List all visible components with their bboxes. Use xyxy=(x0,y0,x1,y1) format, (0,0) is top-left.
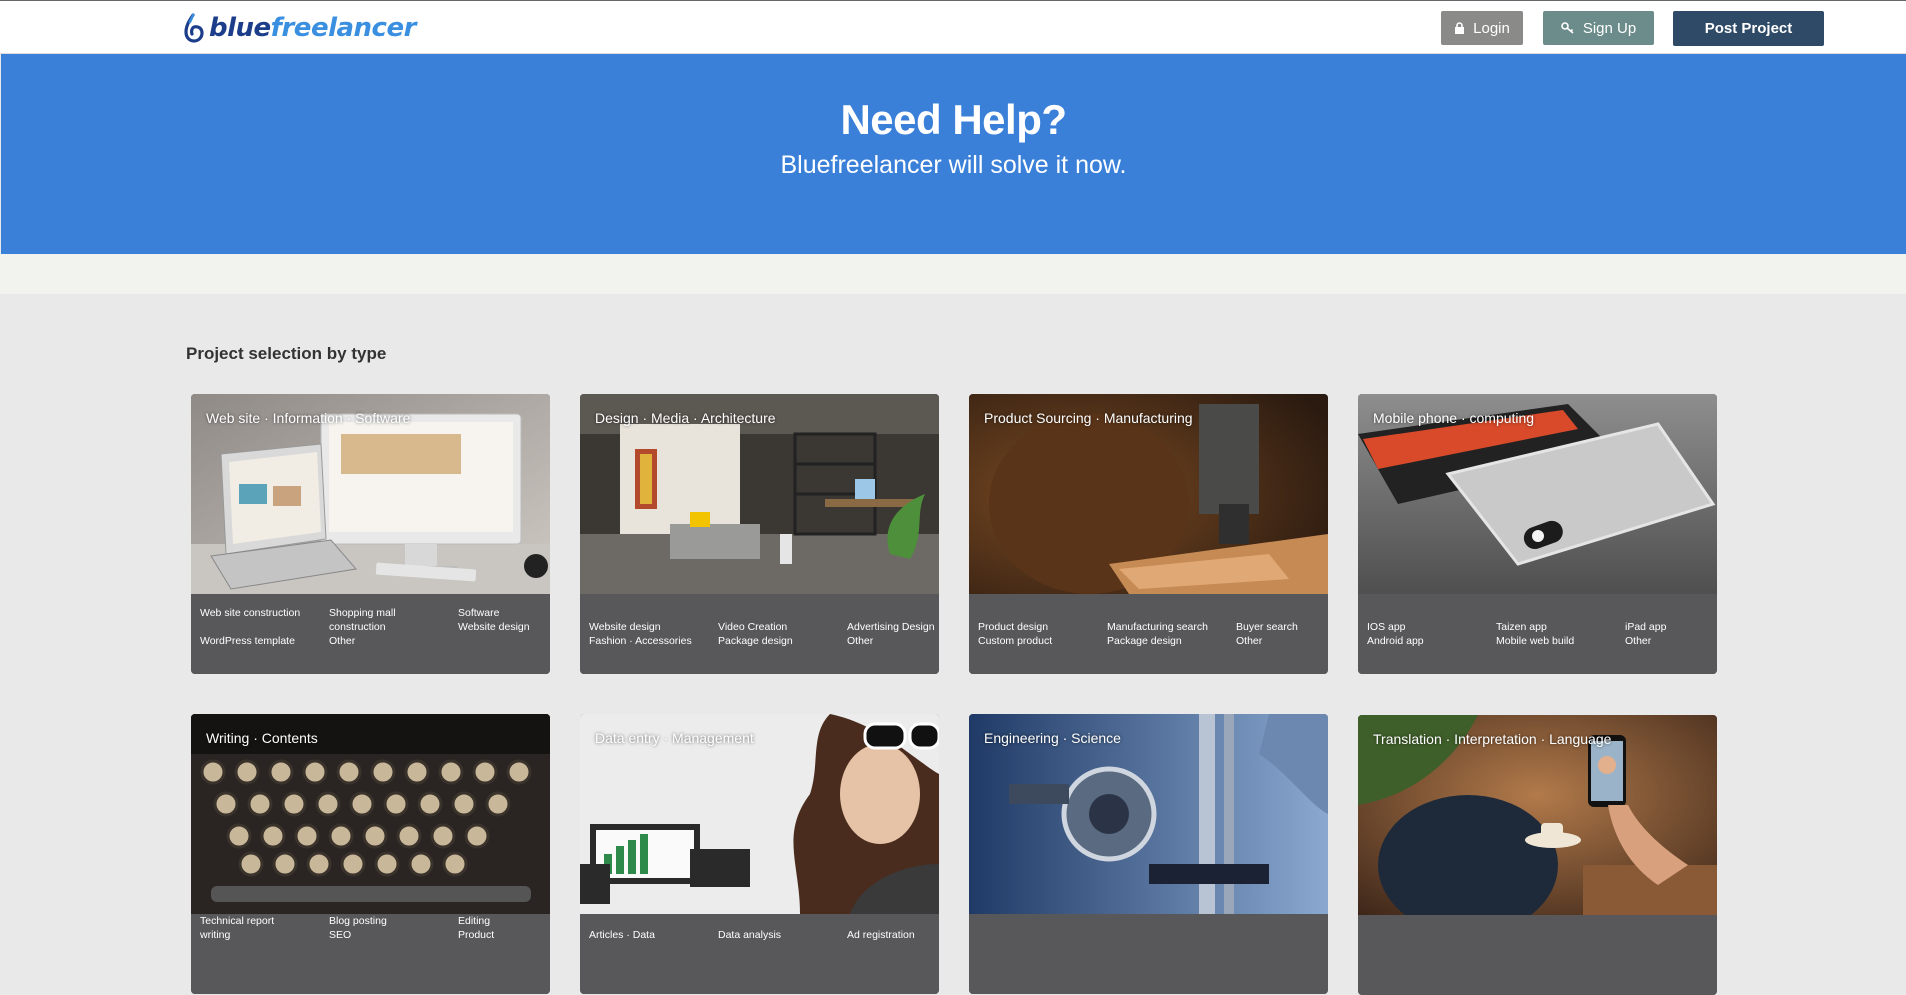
brand-wordmark: bluefreelancer xyxy=(209,15,416,41)
card-image-engineering: Engineering · Science xyxy=(969,714,1328,914)
card-footer-translation xyxy=(1358,915,1717,995)
card-image-writing: Writing · Contents xyxy=(191,714,550,914)
subcategory-link[interactable]: Web site construction xyxy=(200,606,318,620)
subcategory-link[interactable]: Editing xyxy=(458,914,550,928)
card-image-design: Design · Media · Architecture xyxy=(580,394,939,594)
subcategory-link[interactable]: Manufacturing search xyxy=(1107,620,1225,634)
category-card-design[interactable]: Design · Media · Architecture Website de… xyxy=(580,394,939,674)
category-card-engineering[interactable]: Engineering · Science xyxy=(969,714,1328,994)
subcategory-link[interactable]: Custom product xyxy=(978,634,1096,648)
subcategory-link[interactable]: Buyer search xyxy=(1236,620,1328,634)
hero-subtitle: Bluefreelancer will solve it now. xyxy=(780,151,1127,179)
card-image-translation: Translation · Interpretation · Language xyxy=(1358,715,1717,915)
category-card-translation[interactable]: Translation · Interpretation · Language xyxy=(1358,715,1717,995)
subcategory-link[interactable]: WordPress template xyxy=(200,634,318,648)
hero-title: Need Help? xyxy=(840,96,1067,143)
card-title-manufacturing: Product Sourcing · Manufacturing xyxy=(984,410,1193,426)
subcategory-link[interactable]: Package design xyxy=(718,634,836,648)
subcategory-link[interactable]: Package design xyxy=(1107,634,1225,648)
divider-band xyxy=(0,254,1906,294)
signup-button[interactable]: Sign Up xyxy=(1543,11,1654,45)
category-card-writing[interactable]: Writing · Contents Technical report writ… xyxy=(191,714,550,994)
hero-banner: Need Help? Bluefreelancer will solve it … xyxy=(1,54,1906,254)
brand-wordmark-rest: freelancer xyxy=(270,13,417,43)
subcategory-link[interactable]: Website design xyxy=(458,620,550,634)
card-title-data-entry: Data entry · Management xyxy=(595,730,754,746)
card-image-manufacturing: Product Sourcing · Manufacturing xyxy=(969,394,1328,594)
card-footer-writing: Technical report writing Blog posting Ed… xyxy=(191,914,550,994)
card-title-website: Web site · Information · Software xyxy=(206,410,411,426)
subcategory-link[interactable]: Ad registration xyxy=(847,928,939,942)
card-title-mobile: Mobile phone · computing xyxy=(1373,410,1535,426)
card-image-mobile: Mobile phone · computing xyxy=(1358,394,1717,594)
subcategory-link[interactable]: Blog posting xyxy=(329,914,447,928)
card-title-writing: Writing · Contents xyxy=(206,730,318,746)
subcategory-link[interactable]: Fashion · Accessories xyxy=(589,634,707,648)
top-header: bluefreelancer Login Sign Up Post Projec… xyxy=(0,0,1906,54)
subcategory-link[interactable]: Other xyxy=(329,634,447,648)
subcategory-link[interactable]: iPad app xyxy=(1625,620,1717,634)
category-card-mobile[interactable]: Mobile phone · computing IOS app Taizen … xyxy=(1358,394,1717,674)
login-button[interactable]: Login xyxy=(1441,11,1523,45)
subcategory-link[interactable]: Advertising Design xyxy=(847,620,939,634)
lock-icon xyxy=(1454,22,1465,34)
brand-wordmark-blue: blue xyxy=(209,13,271,43)
subcategory-link[interactable]: IOS app xyxy=(1367,620,1485,634)
section-title: Project selection by type xyxy=(186,344,387,363)
subcategory-link[interactable]: Product design xyxy=(978,620,1096,634)
card-title-design: Design · Media · Architecture xyxy=(595,410,776,426)
category-card-data-entry[interactable]: Data entry · Management Articles · Data … xyxy=(580,714,939,994)
card-footer-engineering xyxy=(969,914,1328,994)
card-footer-manufacturing: Product design Manufacturing search Buye… xyxy=(969,594,1328,674)
subcategory-link[interactable]: Software xyxy=(458,606,550,620)
subcategory-link[interactable]: Video Creation xyxy=(718,620,836,634)
subcategory-link[interactable]: Data analysis xyxy=(718,928,836,942)
card-title-engineering: Engineering · Science xyxy=(984,730,1121,746)
subcategory-link[interactable]: Android app xyxy=(1367,634,1485,648)
subcategory-link[interactable]: SEO xyxy=(329,928,447,942)
brand-logo[interactable]: bluefreelancer xyxy=(183,11,416,45)
login-label: Login xyxy=(1473,19,1510,37)
subcategory-link[interactable]: Other xyxy=(847,634,939,648)
subcategory-link[interactable]: Articles · Data xyxy=(589,928,707,942)
card-footer-mobile: IOS app Taizen app iPad app Android app … xyxy=(1358,594,1717,674)
signup-label: Sign Up xyxy=(1582,19,1637,37)
card-footer-website: Web site construction Shopping mall cons… xyxy=(191,594,550,674)
subcategory-link[interactable]: Mobile web build xyxy=(1496,634,1614,648)
subcategory-link[interactable]: Website design xyxy=(589,620,707,634)
category-card-manufacturing[interactable]: Product Sourcing · Manufacturing Product… xyxy=(969,394,1328,674)
subcategory-link[interactable]: Product xyxy=(458,928,550,942)
subcategory-link[interactable]: Shopping mall construction xyxy=(329,606,429,634)
post-project-button[interactable]: Post Project xyxy=(1673,11,1824,46)
key-icon xyxy=(1561,22,1575,34)
subcategory-link[interactable]: Technical report writing xyxy=(200,914,300,942)
card-footer-design: Website design Video Creation Advertisin… xyxy=(580,594,939,674)
category-card-website[interactable]: Web site · Information · Software Web si… xyxy=(191,394,550,674)
card-image-website: Web site · Information · Software xyxy=(191,394,550,594)
card-image-data-entry: Data entry · Management xyxy=(580,714,939,914)
card-title-translation: Translation · Interpretation · Language xyxy=(1373,731,1612,747)
card-footer-data-entry: Articles · Data Data analysis Ad registr… xyxy=(580,914,939,994)
subcategory-link[interactable]: Other xyxy=(1625,634,1717,648)
subcategory-link[interactable]: Other xyxy=(1236,634,1328,648)
water-drop-icon xyxy=(184,13,204,43)
subcategory-link[interactable]: Taizen app xyxy=(1496,620,1614,634)
